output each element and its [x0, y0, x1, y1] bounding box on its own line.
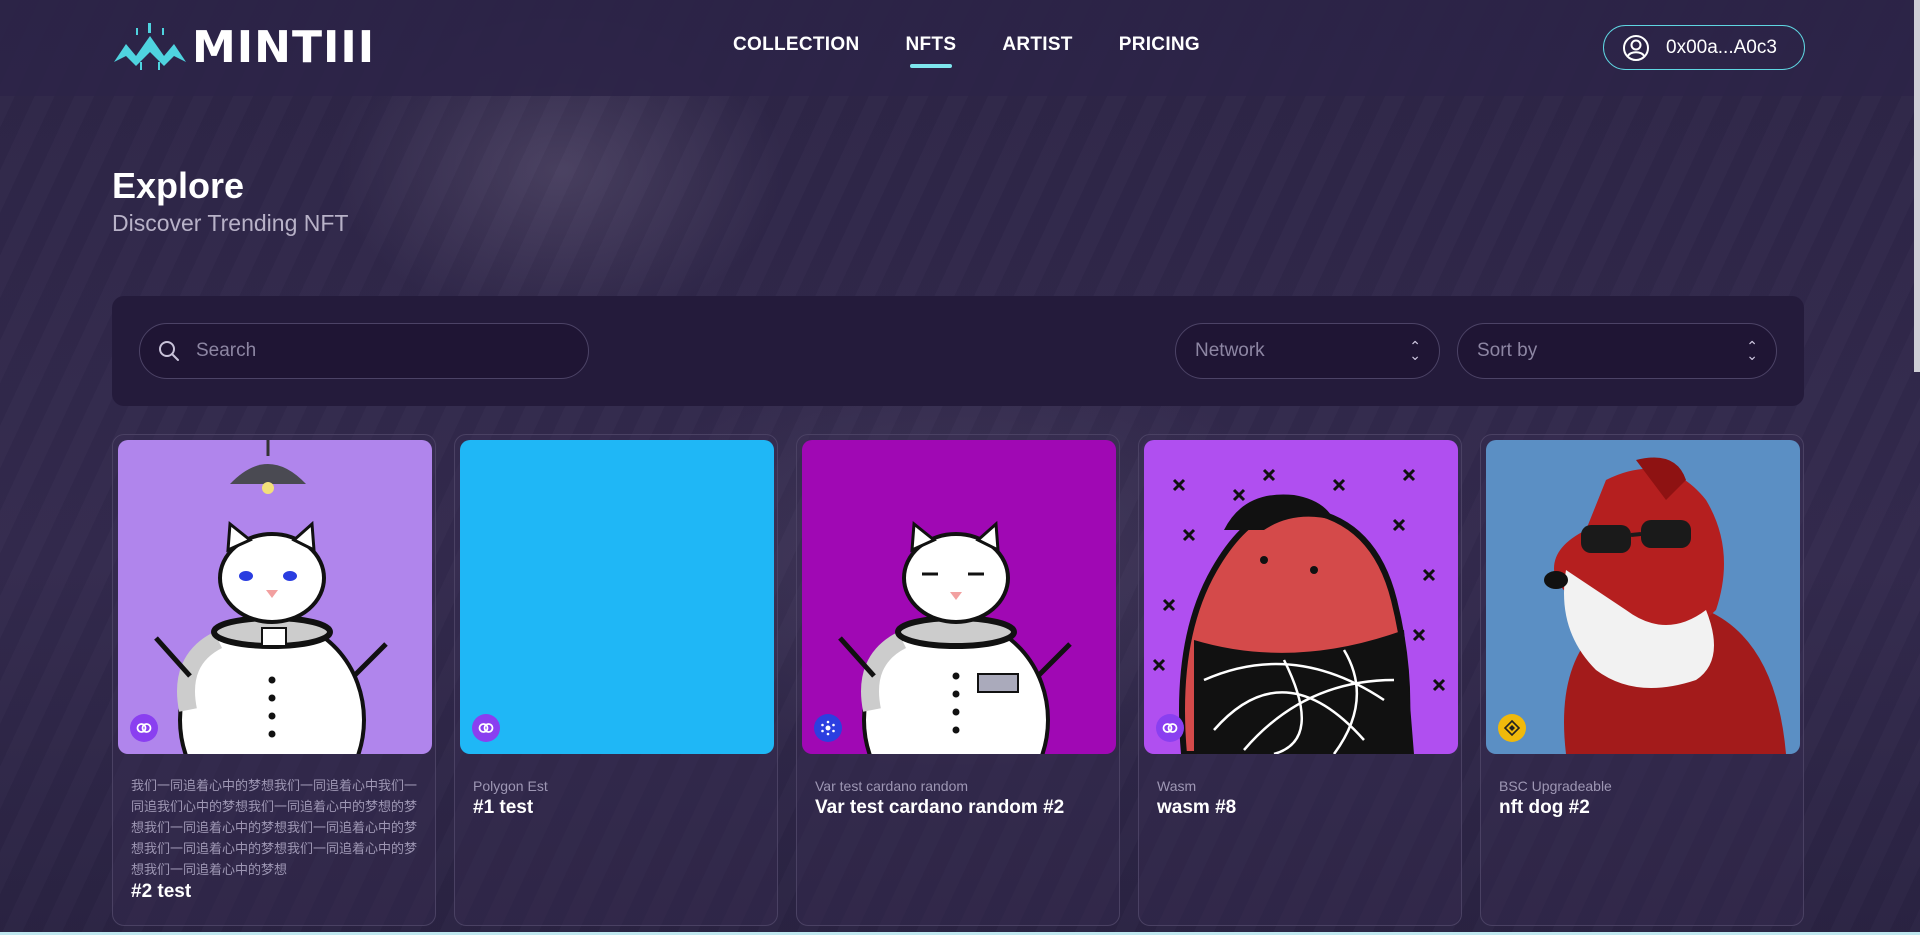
search-box [139, 323, 589, 379]
main-nav: COLLECTION NFTS ARTIST PRICING [733, 34, 1246, 68]
page-scrollbar[interactable] [1914, 0, 1920, 372]
page-subtitle: Discover Trending NFT [112, 210, 349, 236]
sort-select-label: Sort by [1477, 340, 1538, 361]
updown-chevron-icon: ⌃ ⌄ [1746, 338, 1758, 363]
bnb-icon [1498, 714, 1526, 742]
user-icon [1623, 34, 1649, 61]
search-icon [159, 341, 179, 361]
nav-pricing[interactable]: PRICING [1119, 34, 1200, 56]
nft-card[interactable]: Var test cardano random Var test cardano… [796, 434, 1120, 926]
nft-card[interactable]: Wasm wasm #8 [1138, 434, 1462, 926]
nft-image [118, 440, 432, 754]
polygon-icon [130, 714, 158, 742]
network-select[interactable]: Network ⌃ ⌄ [1175, 323, 1440, 379]
nft-name: Var test cardano random #2 [815, 797, 1065, 818]
nft-collection-name: Wasm [1157, 778, 1197, 794]
polygon-icon [472, 714, 500, 742]
nft-collection-name: Var test cardano random [815, 778, 969, 794]
nft-card[interactable]: 我们一同追着心中的梦想我们一同追着心中我们一同追我们心中的梦想我们一同追着心中的… [112, 434, 436, 926]
wallet-address: 0x00a...A0c3 [1666, 36, 1777, 58]
nft-collection-name: BSC Upgradeable [1499, 778, 1612, 794]
nft-card[interactable]: BSC Upgradeable nft dog #2 [1480, 434, 1804, 926]
logo-icon [114, 23, 186, 70]
nft-name: nft dog #2 [1499, 797, 1590, 818]
nft-collection-name: 我们一同追着心中的梦想我们一同追着心中我们一同追我们心中的梦想我们一同追着心中的… [131, 779, 418, 878]
nav-nfts[interactable]: NFTS [906, 34, 957, 68]
nft-image [1144, 440, 1458, 754]
nft-image [802, 440, 1116, 754]
cardano-icon [814, 714, 842, 742]
polygon-icon [1156, 714, 1184, 742]
logo[interactable]: MINTIII [112, 14, 375, 80]
top-navigation-bar: MINTIII COLLECTION NFTS ARTIST PRICING 0… [0, 0, 1920, 96]
nft-image [460, 440, 774, 754]
search-input[interactable] [196, 340, 556, 362]
page-title: Explore [112, 165, 245, 206]
nft-name: #2 test [131, 881, 192, 902]
wallet-button[interactable]: 0x00a...A0c3 [1603, 25, 1805, 70]
logo-text: MINTIII [192, 21, 376, 73]
updown-chevron-icon: ⌃ ⌄ [1409, 338, 1421, 363]
nft-collection-name: Polygon Est [473, 778, 548, 794]
sort-select[interactable]: Sort by ⌃ ⌄ [1457, 323, 1777, 379]
network-select-label: Network [1195, 340, 1265, 361]
nft-image [1486, 440, 1800, 754]
nft-name: #1 test [473, 797, 534, 818]
nft-card[interactable]: Polygon Est #1 test [454, 434, 778, 926]
nav-collection[interactable]: COLLECTION [733, 34, 860, 56]
nav-artist[interactable]: ARTIST [1002, 34, 1072, 56]
nft-name: wasm #8 [1157, 797, 1237, 818]
filter-panel: Network ⌃⌄ Sort by ⌃⌄ [112, 296, 1804, 406]
